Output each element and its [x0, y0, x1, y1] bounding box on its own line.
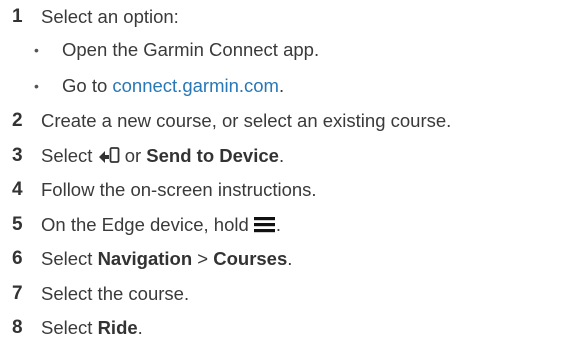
step-2: 2 Create a new course, or select an exis… [12, 104, 578, 139]
step-3: 3 Select or Send to Device. [12, 139, 578, 174]
option-text: Go to connect.garmin.com. [62, 68, 284, 104]
step-number: 7 [12, 282, 23, 304]
ride-label: Ride [97, 317, 138, 338]
step-text-suffix: . [278, 144, 285, 166]
step-number: 3 [12, 144, 23, 166]
menu-icon [253, 210, 276, 232]
step-text: Select or Send to Device. [41, 139, 284, 174]
step-text: Select Navigation > Courses. [41, 242, 292, 277]
step-text-prefix: On the Edge device, hold [41, 213, 254, 235]
send-to-device-icon [98, 141, 120, 163]
step-text-separator: > [192, 248, 214, 269]
step-text-prefix: Select [41, 144, 98, 166]
step-text-suffix: . [137, 317, 143, 338]
step-1: 1 Select an option: [12, 0, 578, 32]
instruction-steps: 1 Select an option: • Open the Garmin Co… [12, 0, 578, 346]
step-7: 7 Select the course. [12, 277, 578, 312]
step-text-or: or [119, 144, 147, 166]
bullet: • [34, 42, 39, 58]
step-6: 6 Select Navigation > Courses. [12, 242, 578, 277]
step-text-prefix: Select [41, 317, 98, 338]
navigation-label: Navigation [97, 248, 193, 269]
step-number: 8 [12, 317, 23, 338]
step-text: Select the course. [41, 282, 190, 304]
step-text: Select an option: [41, 6, 179, 27]
option-text-suffix: . [278, 75, 285, 96]
bullet: • [34, 78, 39, 94]
step-text: Select Ride. [41, 311, 143, 346]
step-number: 2 [12, 110, 23, 131]
step-number: 4 [12, 179, 23, 200]
step-text-suffix: . [287, 248, 293, 269]
step-text: On the Edge device, hold . [41, 208, 281, 243]
step-number: 5 [12, 213, 23, 235]
step-number: 1 [12, 6, 23, 27]
send-to-device-label: Send to Device [146, 144, 279, 166]
option-text-prefix: Go to [62, 75, 113, 96]
step-number: 6 [12, 248, 23, 269]
step-8: 8 Select Ride. [12, 311, 578, 346]
step-text: Follow the on-screen instructions. [41, 179, 317, 200]
option-item: • Open the Garmin Connect app. [12, 32, 578, 68]
step-4: 4 Follow the on-screen instructions. [12, 173, 578, 208]
option-text: Open the Garmin Connect app. [62, 39, 320, 60]
courses-label: Courses [213, 248, 288, 269]
step-5: 5 On the Edge device, hold . [12, 208, 578, 243]
connect-link[interactable]: connect.garmin.com [112, 75, 279, 96]
step-text: Create a new course, or select an existi… [41, 110, 452, 131]
step-text-prefix: Select [41, 248, 98, 269]
option-item: • Go to connect.garmin.com. [12, 68, 578, 104]
step-text-suffix: . [275, 213, 282, 235]
